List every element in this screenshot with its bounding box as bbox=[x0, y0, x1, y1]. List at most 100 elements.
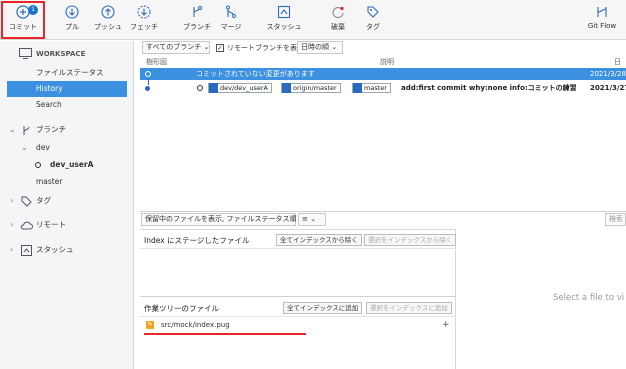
branch-group-dev[interactable]: ⌄ dev bbox=[0, 140, 134, 156]
remote-header-label: リモート bbox=[36, 220, 66, 229]
branch-item-label: dev_userA bbox=[50, 160, 94, 169]
branch-tag-label: dev/dev_userA bbox=[220, 84, 269, 92]
chevron-right-icon: › bbox=[10, 245, 14, 254]
merge-label: マージ bbox=[220, 23, 242, 31]
sidebar-item-file-status[interactable]: ファイルステータス bbox=[0, 65, 134, 81]
branch-tag-icon bbox=[209, 83, 218, 93]
col-date-header: 日 bbox=[614, 58, 621, 66]
working-files-title: 作業ツリーのファイル bbox=[144, 304, 219, 313]
sidebar-item-label: ファイルステータス bbox=[36, 68, 104, 77]
view-options-dropdown[interactable]: ≡ ⌄ bbox=[298, 213, 326, 226]
fetch-button[interactable]: フェッチ bbox=[130, 2, 158, 38]
discard-label: 破棄 bbox=[331, 23, 345, 31]
divider bbox=[140, 248, 456, 249]
tag-icon bbox=[367, 6, 379, 18]
gitflow-label: Git Flow bbox=[587, 22, 617, 30]
branches-header-label: ブランチ bbox=[36, 125, 66, 134]
branch-item-dev-usera[interactable]: dev_userA bbox=[0, 157, 134, 173]
branch-tag-dev-usera: dev/dev_userA bbox=[208, 83, 273, 93]
current-branch-icon bbox=[35, 162, 41, 168]
file-path: src/mock/index.pug bbox=[161, 321, 230, 329]
sidebar-item-label: Search bbox=[36, 100, 62, 109]
chevron-down-icon: ⌄ bbox=[21, 143, 28, 152]
branch-item-master[interactable]: master bbox=[0, 174, 134, 190]
workspace-header-label: WORKSPACE bbox=[36, 50, 86, 58]
pull-button[interactable]: プル bbox=[58, 2, 86, 38]
diff-placeholder: Select a file to vi bbox=[553, 293, 625, 303]
tags-header-label: タグ bbox=[36, 196, 51, 205]
branch-item-label: master bbox=[36, 177, 63, 186]
sidebar-item-search[interactable]: Search bbox=[0, 97, 134, 113]
unstage-all-button[interactable]: 全てインデックスから除く bbox=[276, 234, 362, 246]
file-filter-label: 保留中のファイルを表示, ファイルステータス順 bbox=[145, 215, 297, 223]
gitflow-button[interactable]: Git Flow bbox=[584, 2, 620, 38]
chevron-right-icon: › bbox=[10, 196, 14, 205]
search-placeholder: 検索 bbox=[609, 215, 623, 223]
staged-files-title: Index にステージしたファイル bbox=[144, 236, 250, 245]
stash-icon bbox=[21, 245, 32, 256]
commit-button[interactable]: 1 コミット bbox=[4, 2, 42, 38]
branches-filter-dropdown[interactable]: すべてのブランチ ⌄ bbox=[142, 41, 210, 54]
branch-tag-master: master bbox=[352, 83, 391, 93]
show-remote-label: リモートブランチを表示 bbox=[227, 44, 304, 52]
list-icon: ≡ bbox=[302, 215, 308, 223]
divider bbox=[140, 296, 456, 297]
stash-icon bbox=[277, 5, 291, 19]
push-label: プッシュ bbox=[94, 23, 122, 31]
order-dropdown[interactable]: 日時の順 ⌄ bbox=[297, 41, 343, 54]
uncommitted-node-icon bbox=[145, 71, 151, 77]
push-icon bbox=[101, 5, 115, 19]
branch-icon bbox=[193, 6, 202, 17]
pull-label: プル bbox=[65, 23, 79, 31]
branch-label: ブランチ bbox=[183, 23, 211, 31]
history-row-commit[interactable]: dev/dev_userA origin/master master add:f… bbox=[140, 82, 626, 94]
red-underline-annotation bbox=[144, 333, 306, 335]
commit-node-icon bbox=[145, 86, 150, 91]
commit-description: コミットされていない変更があります bbox=[196, 70, 315, 78]
branch-button[interactable]: ブランチ bbox=[183, 2, 211, 38]
discard-button[interactable]: 破棄 bbox=[324, 2, 352, 38]
search-input[interactable]: 検索 bbox=[605, 213, 626, 226]
head-indicator-icon bbox=[197, 85, 203, 91]
gitflow-icon bbox=[597, 7, 607, 17]
stash-button[interactable]: スタッシュ bbox=[266, 2, 302, 38]
unstage-selected-button[interactable]: 選択をインデックスから除く bbox=[364, 234, 457, 246]
tags-header[interactable]: › タグ bbox=[0, 193, 134, 209]
history-row-uncommitted[interactable]: コミットされていない変更があります 2021/3/28 bbox=[140, 68, 626, 80]
merge-button[interactable]: マージ bbox=[217, 2, 245, 38]
stash-header[interactable]: › スタッシュ bbox=[0, 242, 134, 258]
pull-icon bbox=[65, 5, 79, 19]
tag-label: タグ bbox=[366, 23, 380, 31]
commit-date: 2021/3/28 bbox=[590, 70, 626, 78]
sidebar-item-label: History bbox=[36, 84, 63, 93]
branch-tag-icon bbox=[353, 83, 362, 93]
remote-header[interactable]: › リモート bbox=[0, 217, 134, 233]
stash-header-label: スタッシュ bbox=[36, 245, 74, 254]
stage-all-button[interactable]: 全てインデックスに追加 bbox=[283, 302, 363, 314]
commit-description: add:first commit why:none info:コミットの練習 bbox=[401, 84, 577, 92]
plus-icon[interactable]: + bbox=[442, 319, 450, 331]
splitter[interactable] bbox=[140, 211, 626, 212]
branches-header[interactable]: ⌄ ブランチ bbox=[0, 122, 134, 138]
sidebar-item-history[interactable]: History bbox=[7, 81, 127, 97]
file-filter-dropdown[interactable]: 保留中のファイルを表示, ファイルステータス順 ⌄ bbox=[141, 213, 305, 226]
order-label: 日時の順 bbox=[301, 43, 329, 51]
branch-tag-icon bbox=[282, 83, 291, 93]
push-button[interactable]: プッシュ bbox=[94, 2, 122, 38]
fetch-label: フェッチ bbox=[130, 23, 158, 31]
merge-icon bbox=[226, 5, 236, 18]
branch-tag-origin-master: origin/master bbox=[281, 83, 341, 93]
fetch-icon bbox=[137, 5, 151, 19]
col-desc-header: 説明 bbox=[380, 58, 394, 66]
divider bbox=[140, 316, 456, 317]
workspace-header: WORKSPACE bbox=[0, 46, 134, 62]
stage-selected-button[interactable]: 選択をインデックスに追加 bbox=[366, 302, 452, 314]
commit-date: 2021/3/27 bbox=[590, 84, 626, 92]
staging-pane bbox=[140, 229, 456, 369]
tag-button[interactable]: タグ bbox=[359, 2, 387, 38]
discard-icon bbox=[332, 6, 344, 19]
branches-filter-label: すべてのブランチ bbox=[146, 43, 202, 51]
chevron-down-icon: ⌄ bbox=[9, 125, 16, 134]
working-file-row[interactable]: ✎ src/mock/index.pug + bbox=[144, 319, 454, 331]
chevron-right-icon: › bbox=[10, 220, 14, 229]
